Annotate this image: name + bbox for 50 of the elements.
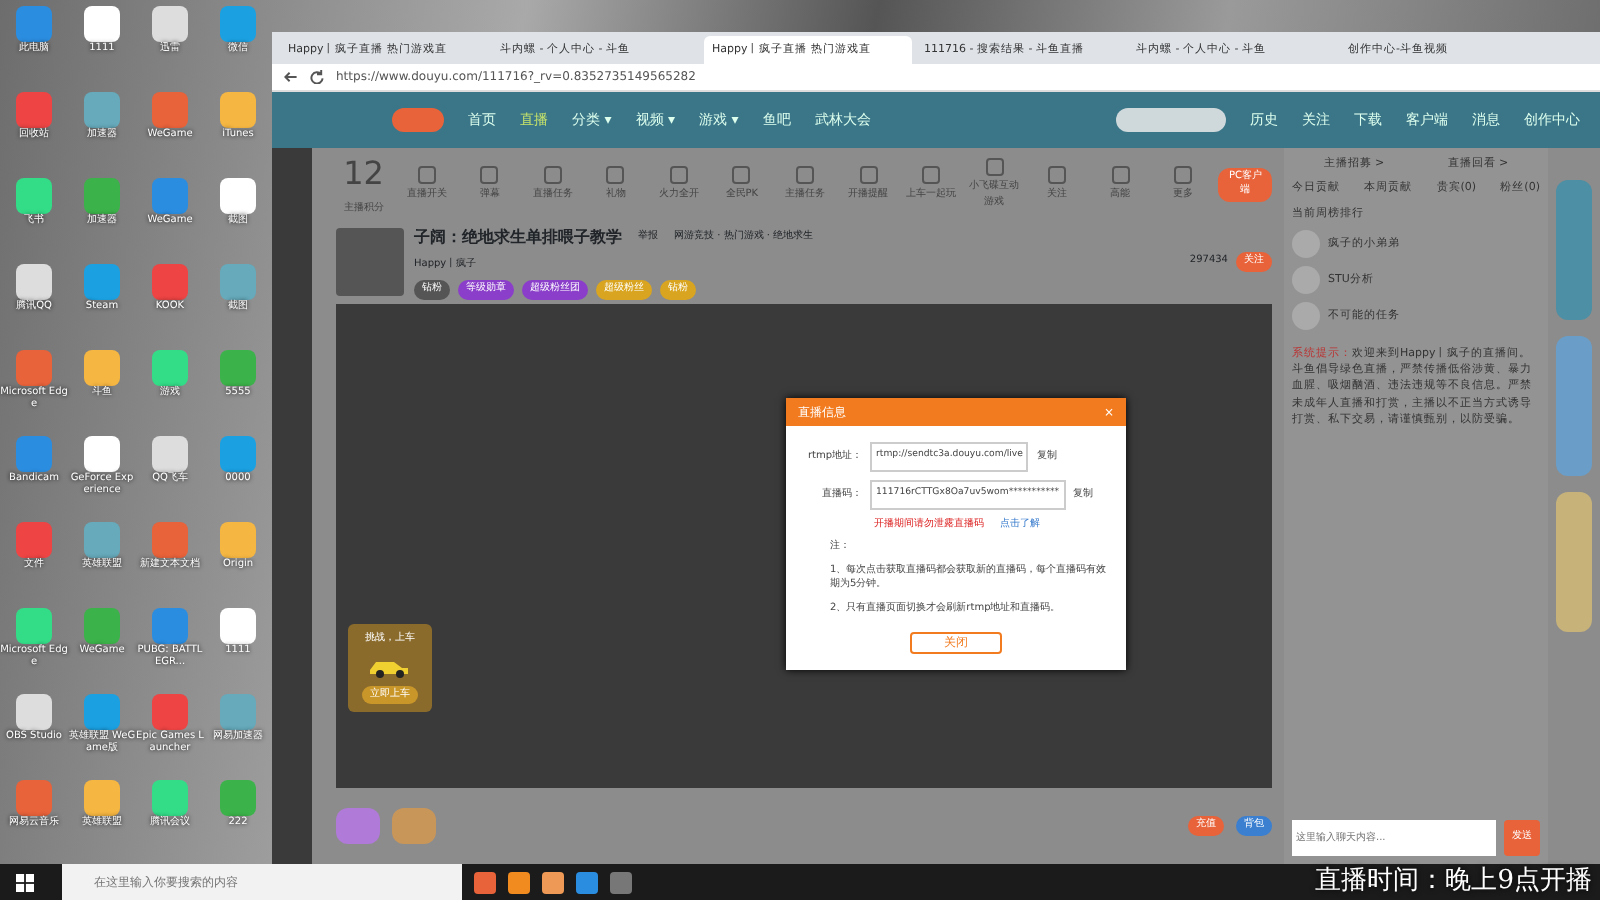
tool-icon[interactable] (417, 165, 436, 184)
desktop-app-icon[interactable] (16, 608, 52, 644)
desktop-app-icon[interactable] (84, 6, 120, 42)
score-value: 12 (343, 152, 384, 197)
tool-icon[interactable] (606, 165, 625, 184)
desktop-app-icon[interactable] (84, 350, 120, 386)
desktop-app-icon[interactable] (220, 608, 256, 644)
taskbar-app-icon[interactable] (508, 871, 530, 893)
taskbar-app-icon[interactable] (610, 871, 632, 893)
start-icon[interactable] (16, 873, 34, 891)
tool-icon[interactable] (732, 165, 751, 184)
desktop-app-icon[interactable] (84, 780, 120, 816)
avatar-placeholder (336, 228, 404, 296)
desktop-app-icon[interactable] (16, 694, 52, 730)
ad-banner[interactable] (1556, 336, 1592, 476)
desktop-app-icon[interactable] (84, 436, 120, 472)
desktop-app-icon[interactable] (220, 92, 256, 128)
user-avatar (1292, 229, 1320, 258)
desktop-app-icon[interactable] (152, 436, 188, 472)
stream-overlay-text: 直播时间：晚上9点开播 (1315, 863, 1592, 899)
tool-icon[interactable] (922, 165, 941, 184)
room-title: 子阔：绝地求生单排喂子教学 (414, 225, 622, 249)
tool-icon[interactable] (859, 165, 878, 184)
tool-icon[interactable] (1174, 165, 1193, 184)
taskbar-app-icon[interactable] (542, 871, 564, 893)
tool-icon[interactable] (669, 165, 688, 184)
back-icon[interactable] (284, 70, 298, 84)
reload-icon[interactable] (310, 70, 324, 84)
tool-icon[interactable] (480, 165, 499, 184)
tool-icon[interactable] (795, 165, 814, 184)
user-avatar (1292, 301, 1320, 330)
taskbar-app-icon[interactable] (474, 871, 496, 893)
desktop-app-icon[interactable] (152, 780, 188, 816)
desktop-app-icon[interactable] (16, 264, 52, 300)
gift-icon[interactable] (336, 808, 380, 844)
site-logo-icon[interactable] (392, 108, 444, 132)
tool-icon[interactable] (1111, 165, 1130, 184)
desktop-app-icon[interactable] (152, 6, 188, 42)
desktop-app-icon[interactable] (16, 178, 52, 214)
ad-banner[interactable] (1556, 492, 1592, 632)
desktop-app-icon[interactable] (220, 178, 256, 214)
taskbar-app-icon[interactable] (576, 871, 598, 893)
tool-icon[interactable] (1048, 165, 1067, 184)
ad-banner[interactable] (1556, 180, 1592, 320)
search-field[interactable] (1116, 108, 1226, 132)
tool-icon[interactable] (985, 158, 1004, 176)
desktop-app-icon[interactable] (152, 350, 188, 386)
gift-icon[interactable] (392, 808, 436, 844)
user-avatar (1292, 265, 1320, 294)
tool-icon[interactable] (543, 165, 562, 184)
